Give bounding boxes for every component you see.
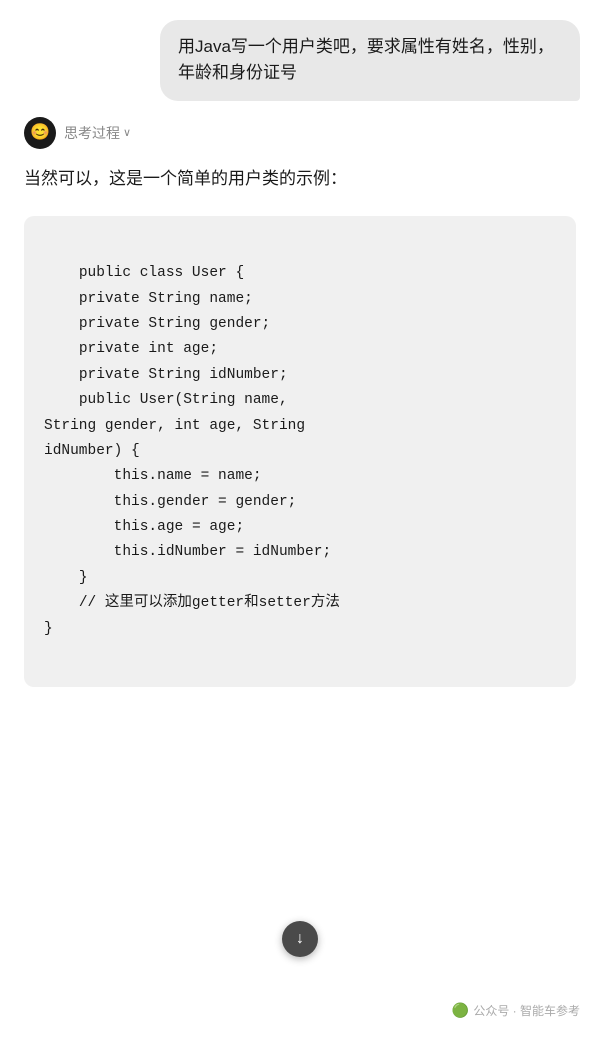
scroll-down-button[interactable]: ↓ bbox=[282, 921, 318, 957]
thinking-label-button[interactable]: 思考过程 ∨ bbox=[64, 123, 131, 143]
wechat-icon: 🟢 bbox=[452, 1002, 469, 1019]
avatar: 😊 bbox=[24, 117, 56, 149]
scroll-down-icon: ↓ bbox=[296, 930, 304, 948]
user-message-text: 用Java写一个用户类吧，要求属性有姓名，性别，年龄和身份证号 bbox=[178, 37, 554, 82]
thinking-label-text: 思考过程 bbox=[64, 123, 120, 143]
user-bubble: 用Java写一个用户类吧，要求属性有姓名，性别，年龄和身份证号 bbox=[160, 20, 580, 101]
code-content: public class User { private String name;… bbox=[44, 265, 340, 636]
ai-intro: 当然可以，这是一个简单的用户类的示例： bbox=[24, 169, 347, 188]
code-block: public class User { private String name;… bbox=[24, 216, 576, 687]
ai-response-text: 当然可以，这是一个简单的用户类的示例： bbox=[20, 165, 580, 192]
watermark-text: 公众号 · 智能车参考 bbox=[473, 1002, 580, 1019]
avatar-icon: 😊 bbox=[30, 125, 50, 141]
chevron-down-icon: ∨ bbox=[123, 126, 131, 139]
chat-container: 用Java写一个用户类吧，要求属性有姓名，性别，年龄和身份证号 😊 思考过程 ∨… bbox=[0, 0, 600, 747]
watermark: 🟢 公众号 · 智能车参考 bbox=[452, 1002, 580, 1019]
user-message: 用Java写一个用户类吧，要求属性有姓名，性别，年龄和身份证号 bbox=[20, 20, 580, 101]
thinking-row: 😊 思考过程 ∨ bbox=[20, 117, 580, 149]
